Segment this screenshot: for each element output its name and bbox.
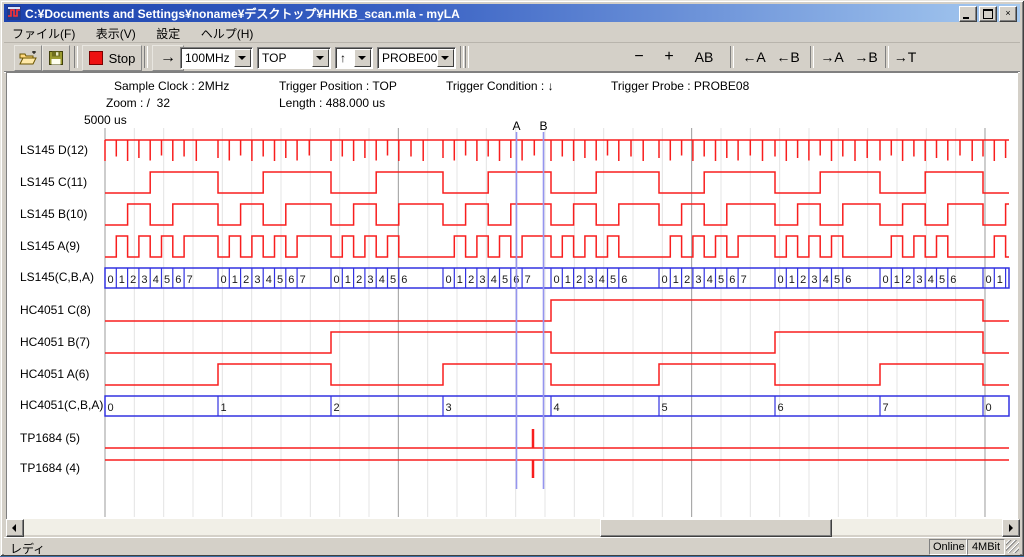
save-button[interactable] [42, 45, 70, 71]
channel-label: TP1684 (5) [20, 431, 80, 447]
channel-label: HC4051 B(7) [20, 335, 90, 351]
open-button[interactable] [14, 45, 42, 71]
toolbar-separator [74, 46, 78, 68]
scrollbar-thumb[interactable] [600, 519, 832, 537]
channel-label: LS145 A(9) [20, 239, 80, 255]
channel-label: HC4051 A(6) [20, 367, 89, 383]
toolbar-separator [885, 46, 889, 68]
channel-label: LS145 D(12) [20, 143, 88, 159]
zoom-in-button[interactable]: + [656, 45, 682, 69]
scroll-left-icon [12, 524, 16, 532]
open-folder-icon [19, 51, 37, 65]
channel-label: LS145 B(10) [20, 207, 87, 223]
close-icon: × [1005, 8, 1010, 18]
toolbar-separator [465, 46, 469, 68]
trigger-position-info: Trigger Position : TOP [279, 79, 397, 93]
scroll-right-button[interactable] [1002, 519, 1020, 537]
trigger-condition-info: Trigger Condition : ↓ [446, 79, 554, 93]
combo-dropdown-icon[interactable] [437, 49, 454, 67]
set-cursor-a-button[interactable]: →A [816, 45, 848, 69]
trigger-position-value: TOP [262, 51, 286, 65]
sample-clock-value: 100MHz [185, 51, 230, 65]
toolbar-separator [460, 46, 464, 68]
status-online-panel: Online [929, 539, 967, 555]
window-title: C:¥Documents and Settings¥noname¥デスクトップ¥… [25, 5, 460, 22]
menu-view[interactable]: 表示(V) [88, 23, 144, 44]
trigger-position-combo[interactable]: TOP [257, 47, 331, 69]
zoom-out-button[interactable]: − [626, 45, 652, 69]
channel-label: TP1684 (4) [20, 461, 80, 477]
channel-label: HC4051(C,B,A) [20, 398, 103, 414]
trigger-probe-info: Trigger Probe : PROBE08 [611, 79, 749, 93]
trigger-probe-value: PROBE00 [382, 51, 437, 65]
menubar: ファイル(F) 表示(V) 設定 ヘルプ(H) [4, 23, 1020, 43]
resize-grip[interactable] [1006, 540, 1019, 553]
menu-file[interactable]: ファイル(F) [4, 23, 83, 44]
set-cursor-b-button[interactable]: →B [850, 45, 882, 69]
menu-settings[interactable]: 設定 [148, 23, 188, 44]
stop-button[interactable]: Stop [82, 45, 142, 71]
channel-label: LS145 C(11) [20, 175, 87, 191]
close-button[interactable]: × [999, 6, 1017, 22]
toolbar-separator [810, 46, 814, 68]
goto-cursor-b-button[interactable]: ←B [772, 45, 804, 69]
scroll-right-icon [1009, 524, 1013, 532]
minimize-icon [963, 17, 969, 19]
goto-trigger-button[interactable]: →T [890, 45, 920, 69]
toolbar-separator [144, 46, 148, 68]
maximize-icon [983, 9, 993, 19]
toolbar: Stop → 100MHz TOP ↑ PROBE00 − + AB ←A [4, 43, 1020, 72]
titlebar[interactable]: C:¥Documents and Settings¥noname¥デスクトップ¥… [4, 4, 1020, 22]
toolbar-separator [730, 46, 734, 68]
sample-clock-info: Sample Clock : 2MHz [114, 79, 229, 93]
combo-dropdown-icon[interactable] [354, 49, 371, 67]
run-arrow-icon: → [160, 49, 176, 67]
minimize-button[interactable] [959, 6, 977, 22]
stop-label: Stop [109, 51, 136, 66]
app-window: C:¥Documents and Settings¥noname¥デスクトップ¥… [0, 0, 1024, 556]
horizontal-scrollbar[interactable] [6, 519, 1018, 535]
trigger-probe-combo[interactable]: PROBE00 [377, 47, 456, 69]
maximize-button[interactable] [979, 6, 997, 22]
timebase-scale-label: 5000 us [84, 113, 127, 127]
save-floppy-icon [49, 51, 63, 65]
status-ready-text: レディ [10, 540, 45, 557]
sample-clock-combo[interactable]: 100MHz [180, 47, 253, 69]
length-info: Length : 488.000 us [279, 96, 385, 110]
scroll-left-button[interactable] [6, 519, 24, 537]
trigger-edge-combo[interactable]: ↑ [335, 47, 373, 69]
statusbar: レディ Online 4MBit [4, 537, 1020, 555]
app-icon [7, 6, 21, 20]
waveform-client-area: Sample Clock : 2MHz Trigger Position : T… [6, 72, 1018, 520]
menu-help[interactable]: ヘルプ(H) [193, 23, 262, 44]
goto-cursor-a-button[interactable]: ←A [738, 45, 770, 69]
channel-label: HC4051 C(8) [20, 303, 91, 319]
trigger-edge-value: ↑ [340, 51, 346, 65]
combo-dropdown-icon[interactable] [234, 49, 251, 67]
ab-cursor-button[interactable]: AB [688, 45, 720, 69]
status-memory-panel: 4MBit [967, 539, 1005, 555]
combo-dropdown-icon[interactable] [312, 49, 329, 67]
channel-label: LS145(C,B,A) [20, 270, 94, 286]
zoom-info: Zoom : / 32 [106, 96, 170, 110]
stop-icon [89, 51, 103, 65]
